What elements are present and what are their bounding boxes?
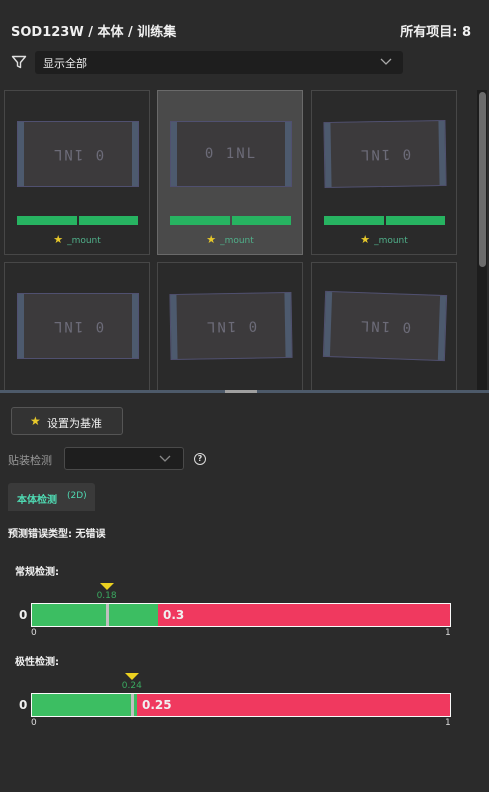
chevron-down-icon — [159, 455, 171, 462]
normal-score-bar: 0.3 — [31, 603, 451, 627]
left-value: 0 — [19, 698, 28, 712]
gallery-thumb-selected[interactable]: 0 1NL ★ _mount — [157, 90, 303, 255]
help-icon[interactable]: ? — [194, 453, 206, 465]
threshold-value: 0.24 — [121, 681, 142, 691]
star-icon: ★ — [53, 233, 64, 246]
axis-max: 1 — [445, 718, 451, 728]
gallery-thumb[interactable]: 0 1NL — [157, 262, 303, 390]
chevron-down-icon — [380, 58, 392, 65]
filter-select[interactable]: 显示全部 — [35, 51, 403, 74]
filter-icon[interactable] — [11, 54, 27, 70]
chip-marking: 0 1NL — [358, 145, 412, 163]
threshold-line — [131, 694, 135, 716]
chip-image: 0 1NL — [323, 119, 447, 189]
gallery-thumb[interactable]: 0 1NL — [4, 262, 150, 390]
gallery-thumb[interactable]: 0 1NL ★ _mount — [4, 90, 150, 255]
chip-marking: 0 1NL — [204, 146, 258, 162]
chip-image: 0 1NL — [17, 293, 139, 359]
score-bars — [17, 216, 138, 225]
chip-marking: 0 1NL — [51, 146, 105, 162]
score-value: 0.25 — [142, 698, 172, 712]
score-fill — [32, 604, 158, 626]
mount-detection-select[interactable] — [64, 447, 184, 470]
star-icon: ★ — [30, 414, 41, 428]
axis-min: 0 — [31, 628, 37, 638]
axis-min: 0 — [31, 718, 37, 728]
left-value: 0 — [19, 608, 28, 622]
score-bars — [324, 216, 445, 225]
threshold-marker — [124, 673, 139, 680]
score-value: 0.3 — [163, 608, 185, 622]
thumb-label: _mount — [374, 236, 408, 246]
polarity-detection-title: 极性检测: — [15, 657, 59, 668]
thumb-label: _mount — [67, 236, 101, 246]
tab-body-detection[interactable]: 本体检测 (2D) — [8, 483, 95, 511]
threshold-marker — [99, 583, 114, 590]
chip-image: 0 1NL — [169, 291, 293, 361]
threshold-value: 0.18 — [96, 591, 117, 601]
normal-detection-title: 常规检测: — [15, 567, 59, 578]
chip-marking: 0 1NL — [204, 317, 258, 335]
thumb-label: _mount — [220, 236, 254, 246]
gallery-thumb[interactable]: 0 1NL — [311, 262, 457, 390]
polarity-score-bar: 0.25 — [31, 693, 451, 717]
threshold-line — [106, 604, 110, 626]
score-fill — [32, 694, 137, 716]
star-icon: ★ — [206, 233, 217, 246]
item-count: 所有项目: 8 — [400, 25, 471, 40]
chip-image: 0 1NL — [322, 290, 448, 362]
chip-image: 0 1NL — [170, 121, 292, 187]
splitter-handle[interactable] — [225, 390, 257, 393]
image-gallery: 0 1NL ★ _mount 0 1NL ★ _mount 0 1NL ★ _moun… — [0, 86, 489, 390]
chip-image: 0 1NL — [17, 121, 139, 187]
filter-select-value: 显示全部 — [43, 57, 87, 70]
predicted-error-type: 预测错误类型: 无错误 — [8, 529, 106, 540]
chip-marking: 0 1NL — [358, 317, 412, 335]
star-icon: ★ — [360, 233, 371, 246]
set-baseline-button[interactable]: ★ 设置为基准 — [11, 407, 123, 435]
axis-max: 1 — [445, 628, 451, 638]
mount-detection-label: 贴装检测 — [8, 454, 52, 467]
chip-marking: 0 1NL — [51, 318, 105, 334]
gallery-thumb[interactable]: 0 1NL ★ _mount — [311, 90, 457, 255]
gallery-scrollbar-thumb[interactable] — [479, 92, 486, 267]
header-title: SOD123W / 本体 / 训练集 — [11, 25, 177, 40]
score-bars — [170, 216, 291, 225]
